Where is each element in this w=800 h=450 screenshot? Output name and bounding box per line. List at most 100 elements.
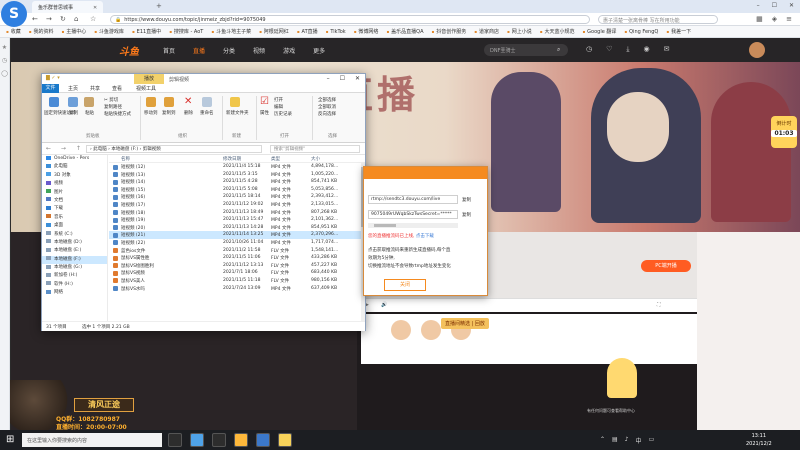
search-icon[interactable]: ⌕: [557, 46, 560, 54]
star-icon[interactable]: ☆: [90, 15, 96, 23]
file-row[interactable]: 短视频 (16) 2021/11/5 18:14 MP4 文件 2,393,412..…: [109, 193, 365, 201]
context-tab-play[interactable]: 播放: [134, 74, 164, 84]
nav-pane-item[interactable]: 系统 (C:): [42, 231, 107, 239]
dialog-scrollbar[interactable]: [368, 223, 458, 228]
tab-file[interactable]: 文件: [42, 84, 59, 93]
new-tab-icon[interactable]: +: [156, 2, 162, 10]
bookmark-item[interactable]: 网上小说: [507, 28, 532, 35]
taskbar-app-icon[interactable]: [234, 433, 248, 447]
folder-search-input[interactable]: 搜索"剪辑视频": [270, 145, 360, 153]
bookmark-item[interactable]: TikTok: [326, 29, 345, 35]
douyu-search-input[interactable]: DNF圣骑士: [484, 44, 568, 56]
language-icon[interactable]: 中: [636, 436, 642, 445]
url-bar[interactable]: 🔒 https://www.douyu.com/topic/jinmeiz_zbj…: [110, 15, 590, 24]
file-row[interactable]: 短视频 (15) 2021/11/5 5:08 MP4 文件 5,053,856...: [109, 186, 365, 194]
taskbar-app-icon[interactable]: [278, 433, 292, 447]
new-folder-button[interactable]: 新建文件夹: [226, 110, 249, 116]
maximize-icon[interactable]: ☐: [340, 75, 345, 82]
douyu-nav-item[interactable]: 游戏: [283, 46, 295, 55]
bookmark-item[interactable]: 微博网络: [354, 28, 378, 35]
taskbar-app-icon[interactable]: [256, 433, 270, 447]
sidebar-clock-icon[interactable]: ◷: [0, 57, 9, 64]
sidebar-ring-icon[interactable]: ◯: [0, 70, 9, 77]
bookmark-item[interactable]: 主播中心: [61, 28, 86, 35]
bookmark-item[interactable]: 阿根廷网红: [259, 28, 289, 35]
gift-icon[interactable]: [391, 320, 411, 340]
file-row[interactable]: 鼠标VS水吗 2021/7/24 13:09 MP4 文件 637,409 KB: [109, 285, 365, 293]
copy-button[interactable]: 复制: [69, 110, 78, 116]
refresh-icon[interactable]: ↻: [60, 15, 66, 23]
history-button[interactable]: 历史记录: [274, 111, 292, 117]
nav-pane-item[interactable]: 图片: [42, 189, 107, 197]
notification-icon[interactable]: ▭: [649, 436, 655, 445]
browser-search-box[interactable]: 惠子清楚一张离骨棒 写在所用功能: [598, 15, 718, 24]
douyu-nav-item[interactable]: 分类: [223, 46, 235, 55]
avatar[interactable]: [749, 42, 765, 58]
column-type[interactable]: 类型: [271, 156, 280, 162]
gift-icon[interactable]: [421, 320, 441, 340]
file-row[interactable]: 短视频 (18) 2021/11/13 18:49 MP4 文件 807,268 KB: [109, 209, 365, 217]
douyu-nav-item[interactable]: 更多: [313, 46, 325, 55]
close-icon[interactable]: ✕: [93, 5, 97, 11]
file-row[interactable]: 鼠标VS绘图胜利 2021/11/12 13:13 FLV 文件 457,227 KB: [109, 262, 365, 270]
nav-pane-item[interactable]: 桌面: [42, 222, 107, 230]
follow-icon[interactable]: ♡: [606, 45, 612, 54]
properties-button[interactable]: 属性: [260, 110, 269, 116]
windows-start-icon[interactable]: ⊞: [6, 435, 14, 445]
copy-key-button[interactable]: 复制: [462, 212, 471, 218]
bookmark-item[interactable]: 大天蓝小规范: [540, 28, 574, 35]
douyu-nav-item[interactable]: 直播: [193, 46, 205, 55]
bookmark-item[interactable]: 道家商店: [474, 28, 499, 35]
nav-pane-item[interactable]: 此电脑: [42, 163, 107, 171]
file-row[interactable]: 短视频 (13) 2021/11/5 3:15 MP4 文件 1,005,220...: [109, 171, 365, 179]
bookmark-item[interactable]: 抖音创作服务: [432, 28, 466, 35]
volume-icon[interactable]: ♪: [625, 436, 629, 445]
move-to-button[interactable]: 移动到: [144, 110, 158, 116]
nav-pane-item[interactable]: OneDrive - Pers: [42, 155, 107, 163]
paste-shortcut-button[interactable]: 粘贴快捷方式: [104, 111, 131, 117]
nav-pane-item[interactable]: 文档: [42, 197, 107, 205]
nav-pane-item[interactable]: 本地磁盘 (F:): [42, 255, 107, 265]
network-icon[interactable]: ▤: [612, 436, 618, 445]
stream-key-field[interactable]: 9075049rUWqbSkzTwsSecret=*****: [368, 210, 458, 219]
nav-pane-item[interactable]: 视频: [42, 180, 107, 188]
download-icon[interactable]: ⤓: [626, 45, 629, 54]
bookmark-item[interactable]: 搜搜库 - AoT: [169, 28, 203, 35]
file-row[interactable]: 短视频 (19) 2021/11/13 15:47 MP4 文件 2,101,362.…: [109, 216, 365, 224]
douyu-logo[interactable]: 斗鱼: [119, 43, 139, 58]
column-date[interactable]: 修改日期: [223, 156, 241, 162]
tab-video-tools[interactable]: 视频工具: [136, 85, 156, 92]
nav-pane-item[interactable]: 3D 对象: [42, 172, 107, 180]
nav-pane-item[interactable]: 软件 (H:): [42, 281, 107, 289]
browser-logo-icon[interactable]: S: [1, 1, 27, 27]
forward-icon[interactable]: →: [46, 15, 52, 23]
bookmark-item[interactable]: AT直播: [297, 28, 318, 35]
minimize-icon[interactable]: –: [757, 2, 760, 9]
bookmark-item[interactable]: Google 翻译: [582, 28, 616, 35]
countdown-badge[interactable]: 倒计时 01:03: [771, 116, 797, 148]
file-row[interactable]: 短视频 (22) 2021/10/26 11:04 MP4 文件 1,717,074.…: [109, 239, 365, 247]
select-none-button[interactable]: 全部取消: [318, 104, 336, 110]
taskbar-search-input[interactable]: 在这里输入你要搜索的内容: [22, 433, 162, 447]
nav-pane-item[interactable]: 下载: [42, 205, 107, 213]
sidebar-star-icon[interactable]: ★: [0, 44, 9, 51]
tab-share[interactable]: 共享: [90, 85, 100, 92]
explorer-titlebar[interactable]: ▇ ✓ ▾ 播放 剪辑视频 – ☐ ✕: [42, 74, 365, 84]
tab-home[interactable]: 主页: [68, 85, 78, 92]
close-icon[interactable]: ✕: [355, 75, 360, 82]
history-icon[interactable]: ◷: [586, 45, 592, 54]
back-icon[interactable]: ←: [32, 15, 38, 23]
file-row[interactable]: 短视频 (12) 2021/11/4 15:18 MP4 文件 4,894,178..…: [109, 163, 365, 171]
highlight-tag[interactable]: 直播间精选 | 回放: [441, 318, 489, 329]
close-window-icon[interactable]: ✕: [789, 2, 794, 9]
nav-pane-item[interactable]: 新加卷 (H:): [42, 272, 107, 280]
taskbar-app-icon[interactable]: [212, 433, 226, 447]
paste-button[interactable]: 粘贴: [85, 110, 94, 116]
tab-view[interactable]: 查看: [112, 85, 122, 92]
bookmark-item[interactable]: E11直播中: [132, 28, 162, 35]
dialog-scroll-thumb[interactable]: [374, 224, 396, 227]
close-dialog-button[interactable]: 关闭: [384, 279, 426, 291]
copy-url-button[interactable]: 复制: [462, 197, 471, 203]
bookmark-item[interactable]: Qing FengQ: [624, 29, 658, 35]
notice-link[interactable]: 点击下载: [416, 234, 434, 239]
